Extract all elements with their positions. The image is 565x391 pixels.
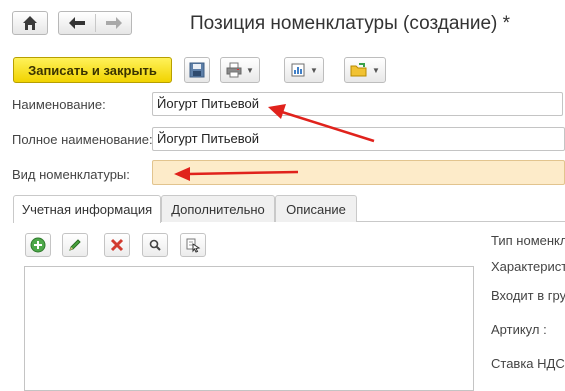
annotation-arrow-type — [174, 167, 299, 181]
annotation-arrows — [174, 104, 375, 181]
annotation-arrow-name — [268, 104, 375, 143]
